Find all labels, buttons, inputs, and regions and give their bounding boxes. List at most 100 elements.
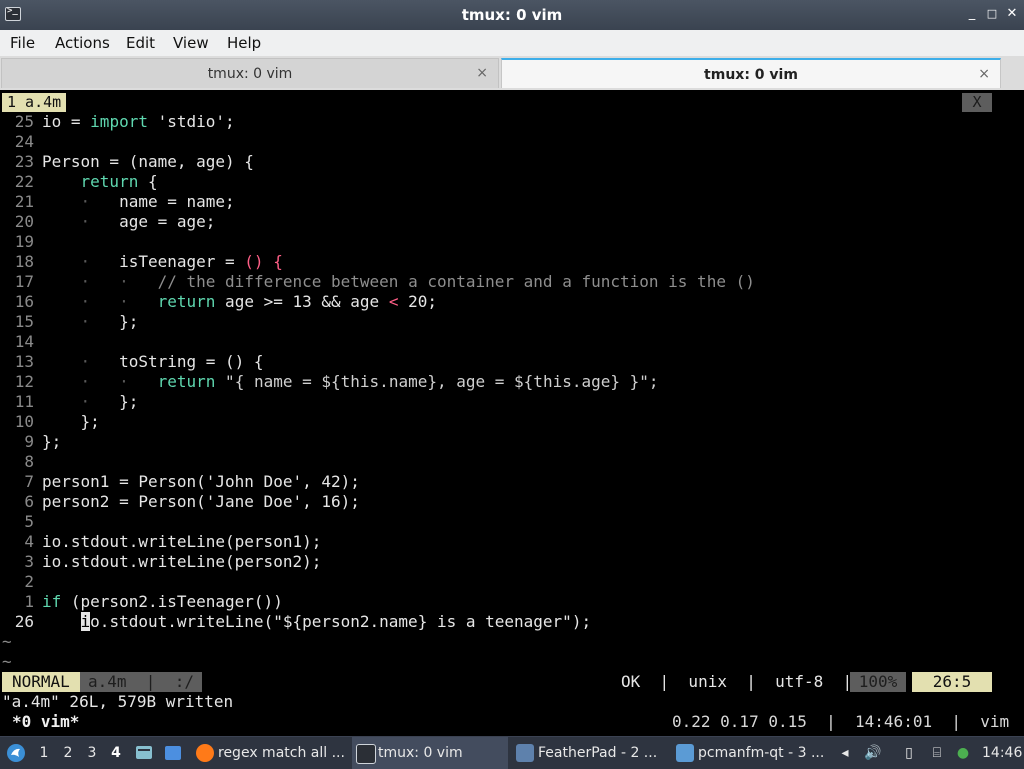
network-icon[interactable]: ⌸ xyxy=(926,737,948,769)
code-line: 8 xyxy=(0,452,42,472)
task-firefox[interactable]: regex match all ... xyxy=(192,737,348,769)
code-line: 21 · name = name; xyxy=(0,192,235,212)
mode-indicator: NORMAL xyxy=(2,672,80,692)
empty-line-tilde: ~ xyxy=(2,652,12,671)
clock[interactable]: 14:46 xyxy=(982,737,1022,769)
line-number: 7 xyxy=(24,472,34,491)
code-line: 18 · isTeenager = () { xyxy=(0,252,283,272)
code-line: 17 · · // the difference between a conta… xyxy=(0,272,755,292)
workspace-3[interactable]: 3 xyxy=(82,737,102,769)
line-number: 8 xyxy=(24,452,34,471)
volume-icon[interactable]: 🔊 xyxy=(862,737,884,769)
line-number: 6 xyxy=(24,492,34,511)
task-pcmanfm[interactable]: pcmanfm-qt - 3 ... xyxy=(672,737,828,769)
task-featherpad[interactable]: FeatherPad - 2 ... xyxy=(512,737,668,769)
tab-label: tmux: 0 vim xyxy=(207,66,293,82)
indent-guide: · xyxy=(80,292,91,311)
window-title: tmux: 0 vim xyxy=(461,6,563,24)
code-line: 25 io = import 'stdio'; xyxy=(0,112,235,132)
code-line: 20 · age = age; xyxy=(0,212,216,232)
tab-terminal-1[interactable]: tmux: 0 vim × xyxy=(1,58,499,88)
code-line: 24 xyxy=(0,132,42,152)
workspace-1[interactable]: 1 xyxy=(34,737,54,769)
text-editor-icon xyxy=(516,744,534,762)
minimize-button[interactable]: _ xyxy=(964,6,980,22)
menu-edit[interactable]: Edit xyxy=(126,34,155,52)
line-number: 3 xyxy=(24,552,34,571)
vim-command-line[interactable]: "a.4m" 26L, 579B written xyxy=(2,692,233,712)
indent-guide: · xyxy=(119,292,129,311)
terminal-area[interactable]: 1 a.4m X 25 io = import 'stdio'; 24 23 Per… xyxy=(0,90,1024,736)
menu-view[interactable]: View xyxy=(173,34,209,52)
line-number: 26 xyxy=(14,612,34,631)
vim-statusline: NORMAL a.4m | :/ OK | unix | utf-8 | 4m … xyxy=(0,672,992,692)
status-percent: 100% xyxy=(850,672,906,692)
line-number: 24 xyxy=(14,132,34,151)
indent-guide: · xyxy=(80,272,91,291)
update-notifier-icon[interactable]: ● xyxy=(952,737,974,769)
indent-guide: · xyxy=(80,212,91,231)
show-desktop-button[interactable] xyxy=(134,737,154,769)
code-line: 5 xyxy=(0,512,42,532)
code-line: 23 Person = (name, age) { xyxy=(0,152,254,172)
code-line: 1 if (person2.isTeenager()) xyxy=(0,592,282,612)
window-titlebar: tmux: 0 vim _ □ ✕ xyxy=(0,0,1024,30)
code-line: 15 · }; xyxy=(0,312,139,332)
line-number: 5 xyxy=(24,512,34,531)
indent-guide: · xyxy=(119,272,129,291)
code-line: 2 xyxy=(0,572,42,592)
code-line: 3 io.stdout.writeLine(person2); xyxy=(0,552,321,572)
tab-close-icon[interactable]: × xyxy=(476,65,488,81)
line-number: 20 xyxy=(14,212,34,231)
code-line: 9}; xyxy=(0,432,61,452)
app-menu-icon xyxy=(7,744,25,762)
files-icon xyxy=(136,746,152,759)
close-button[interactable]: ✕ xyxy=(1004,6,1020,22)
clipboard-icon[interactable]: ▯ xyxy=(898,737,920,769)
indent-guide: · xyxy=(80,352,91,371)
scroll-left-icon[interactable]: ◂ xyxy=(834,737,856,769)
taskbar: 1 2 3 4 regex match all ... tmux: 0 vim … xyxy=(0,736,1024,769)
code-line: 14 xyxy=(0,332,42,352)
line-number: 22 xyxy=(14,172,34,191)
menu-actions[interactable]: Actions xyxy=(55,34,110,52)
task-terminal[interactable]: tmux: 0 vim xyxy=(352,737,508,769)
current-line: 26 io.stdout.writeLine("${person2.name} … xyxy=(0,612,591,632)
status-cursor-position: 26:5 xyxy=(912,672,992,692)
code-line: 16 · · return age >= 13 && age < 20; xyxy=(0,292,437,312)
line-number: 1 xyxy=(24,592,34,611)
start-menu-button[interactable] xyxy=(4,737,28,769)
line-number: 16 xyxy=(14,292,34,311)
code-line: 6 person2 = Person('Jane Doe', 16); xyxy=(0,492,360,512)
window-switcher-button[interactable] xyxy=(162,737,184,769)
folder-icon xyxy=(676,744,694,762)
code-line: 19 xyxy=(0,232,42,252)
line-number: 15 xyxy=(14,312,34,331)
code-line: 7 person1 = Person('John Doe', 42); xyxy=(0,472,360,492)
line-number: 21 xyxy=(14,192,34,211)
vim-tab-close[interactable]: X xyxy=(962,93,992,112)
menu-help[interactable]: Help xyxy=(227,34,261,52)
workspace-4[interactable]: 4 xyxy=(106,737,126,769)
line-number: 12 xyxy=(14,372,34,391)
menubar: File Actions Edit View Help xyxy=(0,30,1024,56)
code-line: 13 · toString = () { xyxy=(0,352,264,372)
indent-guide: · xyxy=(80,312,91,331)
status-filename: a.4m | :/ xyxy=(80,672,202,692)
workspace-2[interactable]: 2 xyxy=(58,737,78,769)
maximize-button[interactable]: □ xyxy=(984,6,1000,22)
indent-guide: · xyxy=(80,252,91,271)
indent-guide: · xyxy=(80,392,91,411)
line-number: 19 xyxy=(14,232,34,251)
menu-file[interactable]: File xyxy=(10,34,35,52)
tmux-window-name: *0 vim* xyxy=(12,712,80,731)
line-number: 2 xyxy=(24,572,34,591)
line-number: 10 xyxy=(14,412,34,431)
line-number: 17 xyxy=(14,272,34,291)
window-icon xyxy=(165,746,181,760)
firefox-icon xyxy=(196,744,214,762)
line-number: 9 xyxy=(24,432,34,451)
vim-buffer-tab[interactable]: 1 a.4m xyxy=(2,93,67,112)
tab-close-icon[interactable]: × xyxy=(978,66,990,82)
tab-terminal-2[interactable]: tmux: 0 vim × xyxy=(501,58,1001,88)
